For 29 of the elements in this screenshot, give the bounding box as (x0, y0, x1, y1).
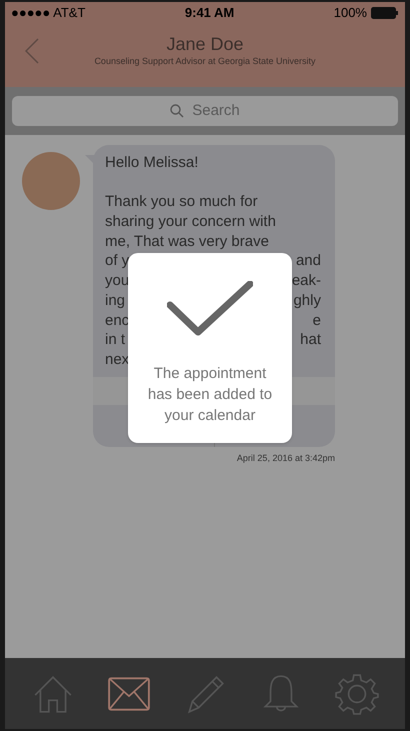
message-text: ing (105, 290, 126, 311)
search-icon (170, 104, 184, 118)
contact-name: Jane Doe (166, 32, 244, 55)
carrier-label: ●●●●● AT&T (11, 4, 86, 22)
message-text: in t (105, 330, 126, 350)
message-text: eak- (292, 271, 321, 291)
message-text: nex (105, 350, 130, 370)
message-text: sharing your concern with (105, 212, 276, 232)
confirmation-message: The appointment has been added to your calendar (146, 364, 274, 426)
battery-icon (370, 7, 399, 19)
message-text: hat (300, 330, 321, 350)
search-field[interactable]: Search (12, 96, 398, 126)
message-text: of y (105, 251, 130, 272)
message-text: me, That was very brave (105, 232, 269, 252)
message-text: Thank you so much for (105, 192, 258, 212)
contact-role: Counseling Support Advisor at Georgia State University (94, 55, 316, 68)
message-text: enc (105, 310, 130, 330)
back-chevron-icon[interactable] (25, 38, 39, 64)
message-greeting: Hello Melissa! (105, 153, 198, 173)
message-text: e (312, 310, 321, 330)
search-placeholder: Search (192, 100, 240, 121)
message-text: and (296, 251, 321, 272)
battery-percent: 100% (334, 4, 367, 22)
settings-icon[interactable] (335, 672, 379, 716)
message-text: ghly (293, 290, 321, 311)
message-timestamp: April 25, 2016 at 3:42pm (236, 452, 335, 465)
clock-time: 9:41 AM (184, 4, 234, 22)
checkmark-icon (167, 281, 253, 337)
message-text: you (105, 271, 130, 291)
